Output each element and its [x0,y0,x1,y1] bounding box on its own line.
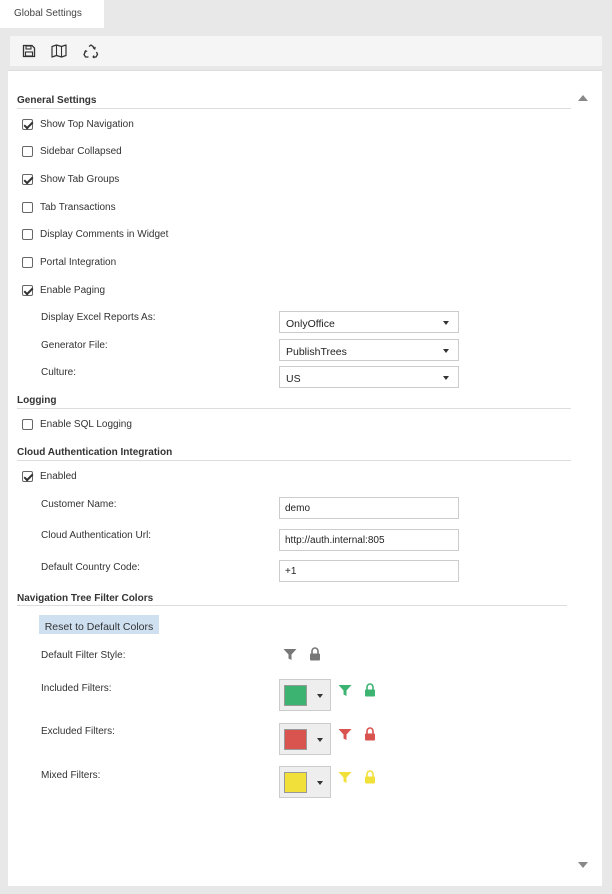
checkbox-label: Enabled [40,470,77,482]
checkbox-box[interactable] [22,284,33,296]
caret-down-icon [443,376,449,380]
checkbox-box[interactable] [22,201,33,213]
logging-title: Logging [17,395,57,406]
checkbox-box[interactable] [22,470,33,482]
checkbox-cloud-enabled[interactable]: Enabled [22,469,77,483]
checkbox-label: Portal Integration [40,256,117,268]
recycle-icon[interactable] [83,44,99,60]
checkbox-label: Sidebar Collapsed [40,145,122,157]
lock-icon[interactable] [364,770,376,787]
filter-icon[interactable] [338,771,352,787]
checkbox-label: Display Comments in Widget [40,228,169,240]
culture-label: Culture: [41,367,77,378]
included-filters-label: Included Filters: [41,683,112,694]
culture-select[interactable]: US [279,366,459,388]
mixed-filters-label: Mixed Filters: [41,770,101,781]
filter-icon[interactable] [338,728,352,744]
excel-reports-select[interactable]: OnlyOffice [279,311,459,333]
checkbox-box[interactable] [22,145,33,157]
country-code-input[interactable] [279,560,459,582]
caret-down-icon [317,781,323,785]
lock-icon[interactable] [364,683,376,700]
excel-reports-label: Display Excel Reports As: [41,312,156,323]
checkbox-box[interactable] [22,228,33,240]
checkbox-display-comments[interactable]: Display Comments in Widget [22,227,168,241]
reset-colors-button[interactable]: Reset to Default Colors [39,615,159,634]
checkbox-box[interactable] [22,418,33,430]
checkbox-box[interactable] [22,118,33,130]
generator-file-select[interactable]: PublishTrees [279,339,459,361]
checkbox-label: Tab Transactions [40,201,116,213]
color-swatch [284,685,307,706]
color-swatch [284,729,307,750]
country-code-label: Default Country Code: [41,562,140,573]
checkbox-box[interactable] [22,173,33,185]
save-icon[interactable] [22,44,38,60]
tab-label: Global Settings [14,8,82,19]
customer-name-label: Customer Name: [41,499,117,510]
checkbox-enable-paging[interactable]: Enable Paging [22,283,105,297]
cloud-auth-url-input[interactable] [279,529,459,551]
customer-name-input[interactable] [279,497,459,519]
section-divider [17,460,571,461]
lock-icon[interactable] [364,727,376,744]
cloud-auth-title: Cloud Authentication Integration [17,447,173,458]
map-icon[interactable] [51,44,67,60]
mixed-color-picker[interactable] [279,766,331,798]
checkbox-sidebar-collapsed[interactable]: Sidebar Collapsed [22,144,122,158]
settings-panel: General Settings Show Top Navigation Sid… [8,70,602,886]
checkbox-label: Show Top Navigation [40,118,134,130]
general-settings-title: General Settings [17,95,97,106]
select-value: US [286,373,301,385]
section-divider [17,408,571,409]
included-color-picker[interactable] [279,679,331,711]
tab-bar: Global Settings [0,0,612,28]
select-value: OnlyOffice [286,318,335,330]
lock-icon[interactable] [309,647,321,664]
default-filter-style-label: Default Filter Style: [41,650,126,661]
scroll-up-arrow[interactable] [578,95,588,101]
filter-colors-title: Navigation Tree Filter Colors [17,593,154,604]
section-divider [17,605,567,606]
section-divider [17,108,571,109]
caret-down-icon [443,321,449,325]
checkbox-label: Enable SQL Logging [40,418,132,430]
checkbox-label: Enable Paging [40,284,106,296]
filter-icon[interactable] [338,684,352,700]
toolbar [10,36,602,66]
checkbox-box[interactable] [22,256,33,268]
filter-icon[interactable] [283,648,297,664]
color-swatch [284,772,307,793]
checkbox-tab-transactions[interactable]: Tab Transactions [22,200,116,214]
select-value: PublishTrees [286,346,347,358]
checkbox-show-top-navigation[interactable]: Show Top Navigation [22,117,134,131]
checkbox-enable-sql-logging[interactable]: Enable SQL Logging [22,417,132,431]
caret-down-icon [317,738,323,742]
generator-file-label: Generator File: [41,340,108,351]
checkbox-show-tab-groups[interactable]: Show Tab Groups [22,172,119,186]
excluded-filters-label: Excluded Filters: [41,726,115,737]
cloud-auth-url-label: Cloud Authentication Url: [41,530,152,541]
checkbox-portal-integration[interactable]: Portal Integration [22,255,116,269]
scroll-down-arrow[interactable] [578,862,588,868]
tab-global-settings[interactable]: Global Settings [0,0,104,28]
caret-down-icon [443,349,449,353]
excluded-color-picker[interactable] [279,723,331,755]
checkbox-label: Show Tab Groups [40,173,120,185]
caret-down-icon [317,694,323,698]
